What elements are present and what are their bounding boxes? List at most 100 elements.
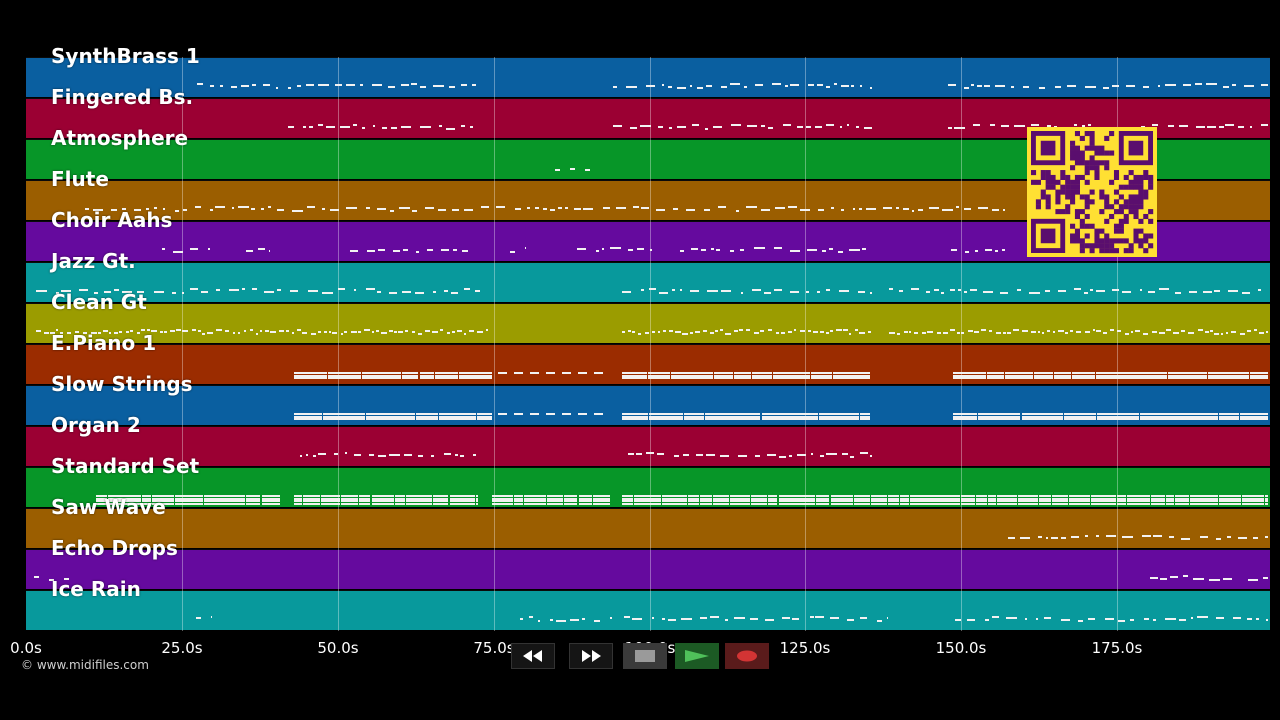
track-lane[interactable]	[26, 303, 1270, 343]
midi-note	[1096, 290, 1105, 292]
midi-note	[820, 455, 824, 457]
midi-note	[1181, 330, 1185, 332]
fast-forward-button[interactable]	[569, 643, 613, 669]
midi-note	[420, 377, 434, 379]
midi-note	[1175, 495, 1189, 497]
midi-note	[564, 503, 577, 505]
midi-note	[546, 413, 555, 415]
midi-note	[976, 500, 987, 502]
midi-note	[1166, 500, 1174, 502]
midi-note	[951, 249, 957, 251]
midi-note	[622, 500, 633, 502]
midi-note	[1219, 503, 1241, 505]
midi-note	[341, 333, 343, 335]
midi-note	[1265, 500, 1268, 502]
midi-note	[734, 377, 751, 379]
midi-note	[294, 377, 327, 379]
track-lane[interactable]	[26, 508, 1270, 548]
track-label: Atmosphere	[51, 126, 189, 150]
midi-note	[680, 289, 682, 291]
midi-note	[1207, 126, 1216, 128]
midi-note	[671, 377, 713, 379]
midi-note	[870, 292, 872, 294]
midi-note	[838, 251, 843, 253]
midi-note	[677, 126, 686, 128]
record-button[interactable]	[725, 643, 769, 669]
midi-note	[674, 455, 679, 457]
midi-note	[170, 330, 175, 332]
midi-note	[634, 500, 661, 502]
midi-note	[741, 292, 743, 294]
midi-note	[961, 332, 964, 334]
midi-note	[520, 618, 523, 620]
midi-note	[859, 332, 865, 334]
midi-note	[1247, 618, 1252, 620]
midi-note	[330, 209, 339, 211]
midi-note	[730, 503, 750, 505]
midi-note	[510, 251, 515, 253]
midi-note	[306, 454, 308, 456]
midi-note	[1117, 500, 1126, 502]
track-lane[interactable]	[26, 57, 1270, 97]
midi-note	[839, 290, 849, 292]
stop-button[interactable]	[623, 643, 667, 669]
midi-note	[1014, 125, 1025, 127]
midi-note	[864, 127, 872, 129]
stop-icon	[635, 650, 655, 662]
midi-note	[1238, 126, 1244, 128]
midi-note	[389, 292, 397, 294]
midi-note	[1240, 418, 1268, 420]
midi-note	[1189, 291, 1197, 293]
midi-note	[1179, 619, 1186, 621]
midi-note	[797, 454, 806, 456]
midi-note	[860, 85, 862, 87]
midi-note	[1219, 495, 1241, 497]
midi-note	[1259, 332, 1264, 334]
midi-note	[579, 500, 592, 502]
midi-note	[360, 84, 363, 86]
track-label: E.Piano 1	[51, 331, 157, 355]
midi-note	[900, 495, 909, 497]
midi-note	[321, 500, 340, 502]
midi-note	[871, 500, 887, 502]
track-lane[interactable]	[26, 590, 1270, 630]
midi-note	[288, 87, 291, 89]
track-lane[interactable]	[26, 262, 1270, 302]
midi-note	[1193, 578, 1204, 580]
midi-note	[785, 85, 788, 87]
midi-note	[238, 206, 249, 208]
midi-note	[1144, 618, 1149, 620]
midi-note	[633, 206, 639, 208]
midi-note	[197, 83, 203, 85]
midi-note	[399, 207, 410, 209]
midi-note	[773, 377, 810, 379]
midi-note	[830, 330, 833, 332]
midi-note	[418, 455, 423, 457]
midi-note	[910, 500, 936, 502]
midi-note	[1219, 126, 1224, 128]
midi-note	[359, 500, 370, 502]
midi-note	[1051, 537, 1058, 539]
midi-note	[1151, 500, 1165, 502]
midi-note	[1044, 617, 1051, 619]
midi-note	[746, 329, 750, 331]
play-button[interactable]	[675, 643, 719, 669]
midi-note	[416, 251, 419, 253]
midi-note	[345, 452, 347, 454]
midi-note	[1103, 332, 1107, 334]
track-lane[interactable]	[26, 549, 1270, 589]
midi-note	[811, 453, 813, 455]
midi-note	[1250, 126, 1252, 128]
midi-note	[764, 292, 771, 294]
midi-note	[815, 616, 824, 618]
midi-note	[1214, 333, 1219, 335]
midi-note	[1238, 537, 1247, 539]
track-lane[interactable]	[26, 426, 1270, 466]
midi-note	[164, 331, 167, 333]
midi-note	[950, 289, 955, 291]
midi-note	[739, 329, 743, 331]
midi-note	[1022, 330, 1028, 332]
rewind-button[interactable]	[511, 643, 555, 669]
midi-note	[714, 377, 733, 379]
midi-note	[246, 503, 260, 505]
